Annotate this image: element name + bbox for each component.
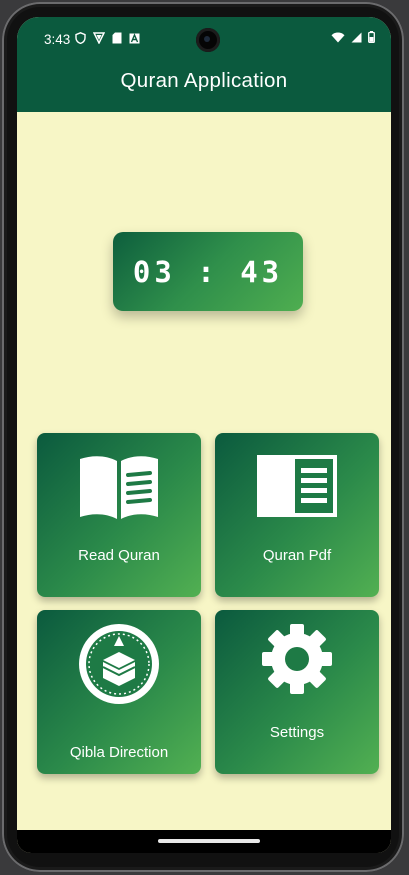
home-gesture-pill[interactable] bbox=[158, 839, 260, 843]
settings-label: Settings bbox=[269, 724, 325, 741]
system-status-icons bbox=[331, 31, 375, 43]
quran-pdf-label: Quran Pdf bbox=[262, 547, 332, 564]
clock-display: 03 : 43 bbox=[132, 254, 284, 289]
status-time: 3:43 bbox=[44, 32, 71, 47]
settings-tile[interactable]: Settings bbox=[215, 610, 379, 774]
read-quran-label: Read Quran bbox=[78, 547, 160, 564]
read-quran-tile[interactable]: Read Quran bbox=[37, 433, 201, 597]
shield-icon bbox=[75, 32, 86, 44]
front-camera bbox=[196, 28, 220, 52]
font-a-icon bbox=[129, 32, 140, 43]
battery-icon bbox=[368, 31, 375, 43]
gear-icon bbox=[262, 624, 332, 694]
navigation-bar bbox=[17, 830, 391, 853]
open-book-icon bbox=[80, 456, 158, 519]
wifi-icon bbox=[331, 32, 345, 42]
app-bar: 3:43 Quran Application bbox=[17, 17, 391, 112]
signal-icon bbox=[351, 32, 362, 42]
qibla-direction-label: Qibla Direction bbox=[69, 744, 169, 761]
document-icon bbox=[257, 455, 337, 517]
notification-icons bbox=[75, 32, 140, 44]
status-bar: 3:43 bbox=[17, 17, 391, 63]
quran-pdf-tile[interactable]: Quran Pdf bbox=[215, 433, 379, 597]
app-title: Quran Application bbox=[120, 69, 288, 92]
app-screen: 3:43 Quran Application 03: 43 Read Qura… bbox=[17, 17, 391, 853]
clock-card: 03 : 43 bbox=[113, 232, 303, 311]
kaaba-compass-icon bbox=[79, 624, 159, 704]
vpn-icon bbox=[93, 32, 105, 44]
qibla-direction-tile[interactable]: Qibla Direction bbox=[37, 610, 201, 774]
sd-card-icon bbox=[112, 32, 122, 44]
